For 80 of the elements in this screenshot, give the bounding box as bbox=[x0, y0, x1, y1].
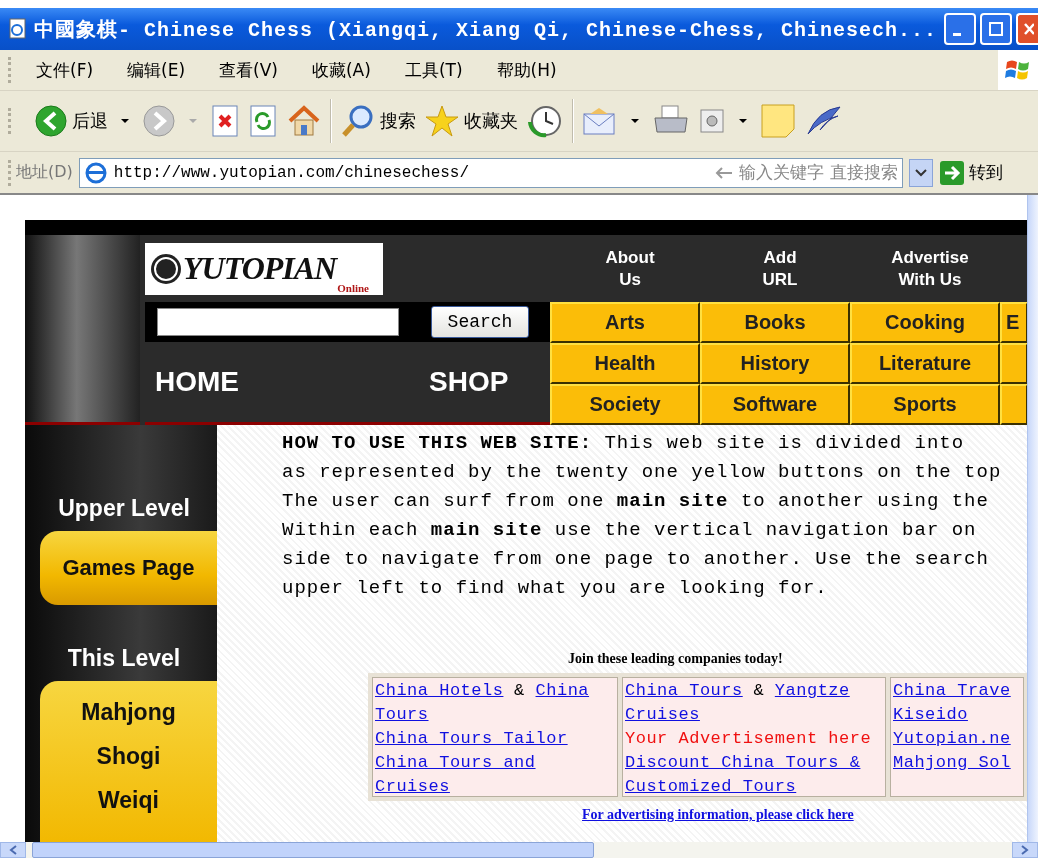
left-arrow-icon bbox=[715, 166, 734, 179]
menu-item[interactable]: 工具(T) bbox=[404, 58, 463, 82]
favorites-button[interactable]: 收藏夹 bbox=[424, 104, 518, 138]
nav-link[interactable]: Advertise With Us bbox=[855, 246, 1005, 291]
document-icon bbox=[8, 18, 28, 40]
search-button[interactable]: Search bbox=[431, 306, 529, 338]
maximize-icon bbox=[988, 21, 1004, 37]
sidebar-link[interactable]: Shogi bbox=[96, 743, 161, 775]
ad-link[interactable]: China Trave bbox=[893, 679, 1011, 703]
menu-item[interactable]: 收藏(A) bbox=[311, 58, 371, 82]
ad-entry[interactable]: China Tours & Yangtze Cruises bbox=[625, 679, 883, 727]
close-button[interactable] bbox=[1016, 13, 1038, 45]
category-button[interactable]: Arts bbox=[550, 302, 700, 343]
caret-icon[interactable] bbox=[738, 118, 748, 124]
category-button[interactable]: Sports bbox=[850, 384, 1000, 425]
vertical-scrollbar[interactable] bbox=[1027, 195, 1038, 842]
history-icon[interactable] bbox=[526, 104, 564, 138]
ad-entry[interactable]: China Hotels & China Tours bbox=[375, 679, 615, 727]
address-field[interactable]: http://www.yutopian.com/chinesechess/ 输入关键字 直接搜索 bbox=[78, 157, 903, 188]
back-button[interactable]: 后退 bbox=[34, 104, 108, 138]
caret-icon[interactable] bbox=[630, 118, 640, 124]
nav-link[interactable]: About Us bbox=[555, 246, 705, 291]
chevron-left-icon bbox=[9, 845, 17, 855]
sidebar-link[interactable]: Weiqi bbox=[98, 787, 159, 819]
page-icon bbox=[83, 160, 108, 185]
menu-item[interactable]: 帮助(H) bbox=[496, 58, 557, 82]
ad-link[interactable]: Mahjong Sol bbox=[893, 751, 1011, 775]
ad-link[interactable]: China Tours and Cruises bbox=[375, 751, 615, 799]
sidebar-link[interactable]: Games Page bbox=[40, 531, 217, 605]
refresh-icon[interactable] bbox=[248, 104, 278, 138]
go-button[interactable]: 转到 bbox=[938, 159, 1003, 186]
nav-link[interactable]: Add URL bbox=[705, 246, 855, 291]
sidebar-heading: This Level bbox=[66, 645, 182, 673]
search-hint: 输入关键字 直接搜索 bbox=[739, 161, 898, 184]
forward-icon[interactable] bbox=[142, 104, 176, 138]
menu-item[interactable]: 编辑(E) bbox=[127, 58, 186, 82]
minimize-button[interactable] bbox=[944, 13, 976, 45]
menu-item[interactable]: 查看(V) bbox=[219, 58, 278, 82]
scroll-right-button[interactable] bbox=[1012, 842, 1038, 858]
chevron-right-icon bbox=[1021, 845, 1029, 855]
address-label: 地址(D) bbox=[16, 162, 73, 183]
shop-link[interactable]: SHOP bbox=[429, 366, 509, 398]
dropdown-button[interactable] bbox=[908, 158, 933, 187]
home-link[interactable]: HOME bbox=[155, 366, 239, 398]
star-icon bbox=[424, 104, 460, 138]
search-field[interactable] bbox=[157, 308, 399, 336]
advertising-link[interactable]: For advertising information, please click here bbox=[582, 807, 854, 822]
mail-icon[interactable] bbox=[582, 106, 618, 136]
windows-logo-icon bbox=[998, 50, 1038, 90]
home-icon[interactable] bbox=[286, 104, 322, 138]
close-icon bbox=[1022, 21, 1034, 37]
ad-link[interactable]: Discount China Tours & Customized Tours bbox=[625, 751, 883, 799]
ad-link[interactable]: China Tours Tailor bbox=[375, 727, 568, 751]
search-button[interactable]: 搜索 bbox=[340, 104, 416, 138]
maximize-button[interactable] bbox=[980, 13, 1012, 45]
category-button[interactable]: E bbox=[1000, 302, 1027, 343]
category-button[interactable]: Books bbox=[700, 302, 850, 343]
category-button[interactable]: Society bbox=[550, 384, 700, 425]
category-cell bbox=[1000, 384, 1027, 425]
intro-paragraph: HOW TO USE THIS WEB SITE: This web site is divided into as represented by the twenty one yellow buttons on the top The user can surf from one main site to another using the Within each main site use the vertical navigation bar on side to navigate from one page to another. Use the search upper left to find what you are looking for. bbox=[282, 431, 1003, 601]
ad-promo-text: Your Advertisement here bbox=[625, 728, 872, 750]
caret-icon[interactable] bbox=[120, 118, 130, 124]
ad-link[interactable]: Yutopian.ne bbox=[893, 727, 1011, 751]
ads-heading: Join these leading companies today! bbox=[568, 651, 784, 668]
menu-item[interactable]: 文件(F) bbox=[36, 58, 94, 82]
category-button[interactable]: Health bbox=[550, 343, 700, 384]
sidebar-heading: Upper Level bbox=[57, 495, 191, 523]
minimize-icon bbox=[953, 32, 961, 36]
category-button[interactable]: Software bbox=[700, 384, 850, 425]
category-button[interactable]: Cooking bbox=[850, 302, 1000, 343]
window-title: 中國象棋- Chinese Chess (Xiangqi, Xiang Qi, Chinese-Chess, Chinesech... bbox=[34, 17, 938, 43]
sidebar-link[interactable]: Mahjong bbox=[81, 699, 176, 731]
window-icon[interactable] bbox=[698, 107, 726, 135]
stop-icon[interactable] bbox=[210, 104, 240, 138]
scroll-left-button[interactable] bbox=[0, 842, 26, 858]
category-cell bbox=[1000, 343, 1027, 384]
ad-link[interactable]: Kiseido bbox=[893, 703, 968, 727]
category-button[interactable]: Literature bbox=[850, 343, 1000, 384]
chevron-down-icon bbox=[914, 168, 927, 177]
category-button[interactable]: History bbox=[700, 343, 850, 384]
